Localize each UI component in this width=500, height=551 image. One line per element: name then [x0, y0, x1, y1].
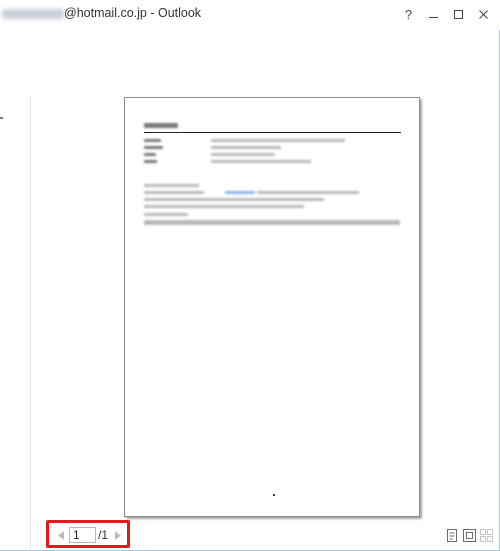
blurred-field-label — [144, 153, 156, 156]
blurred-field-value — [211, 160, 311, 163]
minimize-icon — [429, 16, 438, 18]
view-options — [445, 528, 493, 542]
triangle-right-icon — [115, 530, 121, 540]
blurred-body-line — [144, 184, 199, 187]
maximize-icon — [454, 9, 463, 19]
help-button[interactable]: ? — [396, 2, 421, 26]
header-rule — [144, 132, 401, 133]
close-icon — [479, 9, 488, 19]
blurred-body-line — [144, 198, 324, 201]
pane-divider — [30, 95, 31, 550]
title-bar[interactable]: @hotmail.co.jp - Outlook ? — [0, 0, 500, 30]
blurred-body-line — [144, 220, 400, 225]
page-number-input[interactable] — [69, 527, 96, 543]
page-navigator: /1 — [55, 526, 124, 544]
left-pane-edge — [0, 117, 3, 119]
minimize-button[interactable] — [421, 2, 446, 26]
actual-size-button[interactable] — [445, 528, 459, 542]
blurred-field-value — [211, 153, 275, 156]
fit-page-icon — [462, 528, 476, 542]
previous-page-button[interactable] — [55, 527, 67, 543]
blurred-field-value — [211, 139, 345, 142]
blurred-body-line — [257, 191, 359, 194]
redacted-email-user — [2, 9, 64, 19]
blurred-field-label — [144, 146, 163, 149]
actual-size-icon — [447, 528, 457, 542]
blurred-field-value — [211, 146, 281, 149]
multi-page-icon — [479, 528, 493, 542]
blurred-heading — [144, 123, 178, 128]
help-icon: ? — [404, 6, 413, 22]
next-page-button[interactable] — [112, 527, 124, 543]
blurred-field-label — [144, 160, 157, 163]
total-pages-label: /1 — [98, 528, 109, 542]
blurred-body-line — [144, 191, 204, 194]
blurred-link — [225, 191, 255, 194]
print-preview-page — [124, 97, 420, 517]
multi-page-button[interactable] — [479, 528, 493, 542]
outlook-window: @hotmail.co.jp - Outlook ? 1 /1 — [0, 0, 500, 551]
window-title: @hotmail.co.jp - Outlook — [64, 6, 202, 20]
fit-page-button[interactable] — [462, 528, 476, 542]
blurred-field-label — [144, 139, 161, 142]
triangle-left-icon — [58, 530, 64, 540]
maximize-button[interactable] — [446, 2, 471, 26]
page-number-mark — [273, 494, 275, 496]
blurred-body-line — [144, 213, 188, 216]
close-button[interactable] — [471, 2, 496, 26]
blurred-body-line — [144, 205, 304, 208]
window-controls: ? — [396, 2, 496, 26]
